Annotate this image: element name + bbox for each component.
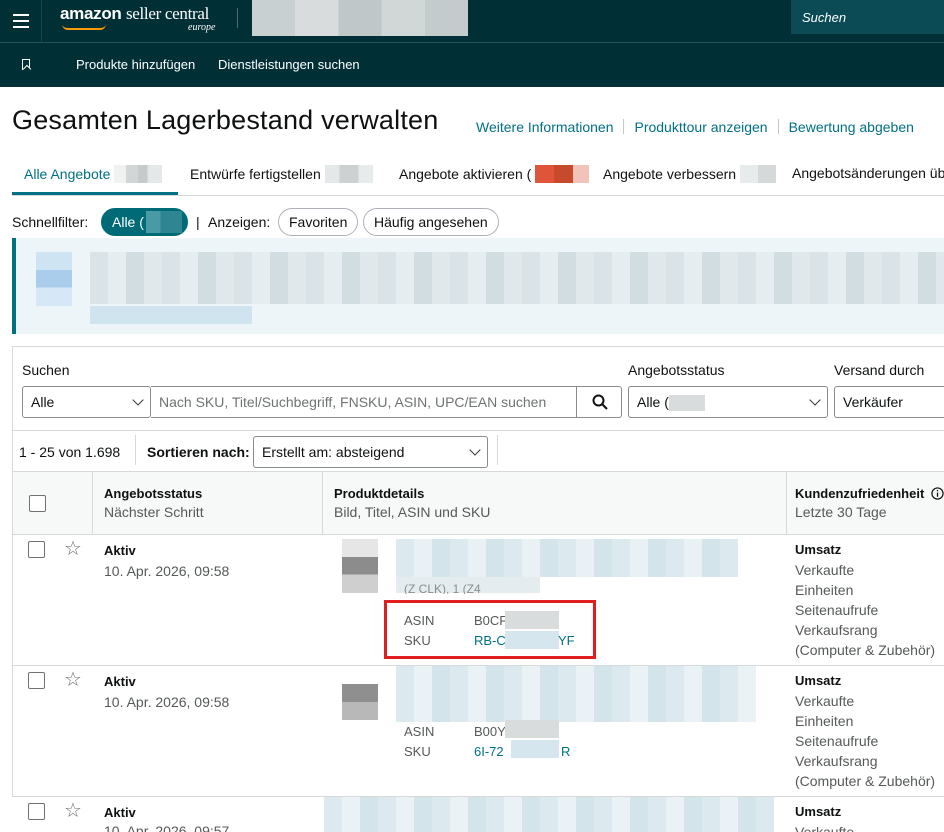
- sku-value-start[interactable]: 6I-72: [474, 744, 504, 759]
- active-tab-indicator: [12, 192, 178, 195]
- favorites-filter[interactable]: Favoriten: [278, 208, 359, 236]
- row-checkbox[interactable]: [28, 803, 45, 820]
- row-checkbox[interactable]: [28, 541, 45, 558]
- pagination-bar: 1 - 25 von 1.698 Sortieren nach: Erstell…: [12, 430, 944, 472]
- chevron-down-icon: [132, 394, 144, 406]
- filter-panel: Suchen Alle Nach SKU, Titel/Suchbegriff,…: [12, 346, 944, 430]
- asin-value: B00Y: [474, 724, 506, 739]
- chevron-down-icon: [469, 444, 481, 456]
- tab-improve-listings[interactable]: Angebote verbessern: [603, 165, 776, 183]
- highlight-box: [384, 600, 596, 659]
- seller-central-logo[interactable]: amazon seller central europe: [60, 4, 215, 33]
- account-selector-redacted[interactable]: [252, 0, 468, 36]
- title-links: Weitere Informationen Produkttour anzeige…: [476, 119, 914, 135]
- select-all-checkbox[interactable]: [29, 495, 46, 512]
- search-scope-select[interactable]: Alle: [22, 386, 151, 418]
- favorite-star-icon[interactable]: ☆: [64, 798, 82, 823]
- customer-metrics: Umsatz Verkaufte: [795, 804, 855, 832]
- search-label: Suchen: [22, 362, 70, 378]
- sort-label: Sortieren nach:: [147, 444, 250, 460]
- quick-filter-all[interactable]: Alle (: [101, 208, 188, 236]
- bookmark-icon[interactable]: [22, 59, 30, 70]
- frequently-viewed-filter[interactable]: Häufig angesehen: [363, 208, 499, 236]
- info-icon[interactable]: [931, 487, 944, 500]
- global-search-input[interactable]: Suchen: [791, 0, 944, 34]
- chevron-down-icon: [809, 394, 821, 406]
- tab-all-listings[interactable]: Alle Angebote: [24, 165, 163, 183]
- header-customer-satisfaction[interactable]: Kundenzufriedenheit Letzte 30 Tage: [795, 486, 944, 520]
- favorite-star-icon[interactable]: ☆: [64, 536, 82, 561]
- header-listing-status[interactable]: Angebotsstatus Nächster Schritt: [104, 486, 204, 520]
- sku-value-end[interactable]: R: [561, 744, 570, 759]
- table-header: Angebotsstatus Nächster Schritt Produktde…: [12, 471, 944, 536]
- page-title: Gesamten Lagerbestand verwalten: [12, 105, 439, 135]
- listing-status: Aktiv: [104, 805, 136, 820]
- secondary-navigation-bar: Produkte hinzufügen Dienstleistungen suc…: [0, 42, 944, 87]
- hamburger-menu-icon[interactable]: [0, 0, 42, 42]
- result-range: 1 - 25 von 1.698: [19, 444, 121, 460]
- listing-status: Aktiv: [104, 674, 136, 689]
- listing-date: 10. Apr. 2026, 09:58: [104, 694, 230, 710]
- nav-find-services[interactable]: Dienstleistungen suchen: [218, 57, 360, 72]
- customer-metrics: Umsatz Verkaufte Einheiten Seitenaufrufe…: [795, 542, 936, 658]
- listing-tabs: Alle Angebote Entwürfe fertigstellen Ang…: [12, 150, 944, 196]
- fulfillment-select[interactable]: Verkäufer: [834, 386, 944, 418]
- tab-listing-changes[interactable]: Angebotsänderungen üb: [792, 165, 944, 181]
- sku-label: SKU: [404, 744, 431, 759]
- product-title-redacted[interactable]: [396, 666, 756, 722]
- header-product-details[interactable]: Produktdetails Bild, Titel, ASIN und SKU: [334, 486, 490, 520]
- product-image[interactable]: [342, 684, 378, 720]
- asin-label: ASIN: [404, 724, 435, 739]
- search-input[interactable]: Nach SKU, Titel/Suchbegriff, FNSKU, ASIN…: [151, 386, 577, 418]
- status-select[interactable]: Alle (: [628, 386, 828, 418]
- product-title-redacted[interactable]: [396, 539, 738, 577]
- top-navigation-bar: amazon seller central europe Suchen: [0, 0, 944, 42]
- product-title-fragment: (Z CLK), 1 (Z4: [404, 582, 481, 594]
- tab-activate-listings[interactable]: Angebote aktivieren (: [399, 165, 590, 183]
- listing-date: 10. Apr. 2026, 09:57: [104, 823, 230, 832]
- nav-add-products[interactable]: Produkte hinzufügen: [76, 57, 195, 72]
- listing-date: 10. Apr. 2026, 09:58: [104, 563, 230, 579]
- fulfillment-label: Versand durch: [834, 362, 925, 378]
- tab-complete-drafts[interactable]: Entwürfe fertigstellen: [190, 165, 373, 183]
- product-image[interactable]: [342, 539, 378, 593]
- give-feedback-link[interactable]: Bewertung abgeben: [789, 119, 914, 135]
- divider: [237, 8, 238, 28]
- product-tour-link[interactable]: Produkttour anzeigen: [634, 119, 767, 135]
- sort-select[interactable]: Erstellt am: absteigend: [253, 436, 488, 468]
- favorite-star-icon[interactable]: ☆: [64, 667, 82, 692]
- product-title-redacted[interactable]: [324, 797, 774, 832]
- row-checkbox[interactable]: [28, 672, 45, 689]
- listing-status: Aktiv: [104, 543, 136, 558]
- learn-more-link[interactable]: Weitere Informationen: [476, 119, 613, 135]
- info-banner-redacted: [12, 238, 944, 334]
- customer-metrics: Umsatz Verkaufte Einheiten Seitenaufrufe…: [795, 673, 936, 789]
- search-button[interactable]: [576, 386, 622, 418]
- status-label: Angebotsstatus: [628, 362, 725, 378]
- search-icon: [592, 394, 608, 410]
